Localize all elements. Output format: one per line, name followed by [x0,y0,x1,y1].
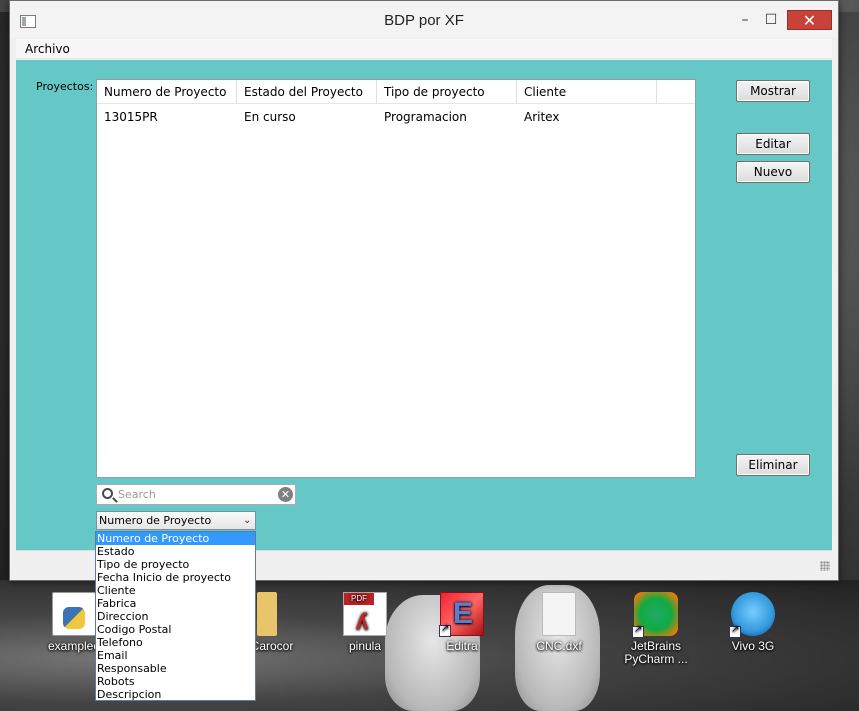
desktop-icon-pinula[interactable]: PDF ʎ pinula [325,592,405,653]
menu-bar: Archivo [16,39,832,59]
column-header-cliente[interactable]: Cliente [517,80,657,104]
dropdown-option[interactable]: Email [96,649,255,662]
delete-button[interactable]: Eliminar [736,454,810,476]
cell-estado: En curso [244,110,296,124]
main-panel: Proyectos: Numero de Proyecto Estado del… [16,60,832,550]
search-icon [102,488,113,499]
pdf-badge: PDF [344,593,374,605]
column-header-numero[interactable]: Numero de Proyecto [97,80,237,104]
folder-icon [257,592,277,636]
filter-field-select[interactable]: Numero de Proyecto ⌄ [96,511,256,530]
filter-dropdown-list: Numero de Proyecto Estado Tipo de proyec… [95,531,256,701]
desktop-icon-editra[interactable]: Editra [422,592,502,653]
editra-app-icon [439,592,484,637]
generic-file-icon [542,592,576,636]
title-bar[interactable]: BDP por XF – ☐ ✕ [10,1,838,38]
dropdown-option[interactable]: Descripcion [96,688,255,701]
desktop-icon-label: pinula [348,639,382,653]
pycharm-app-icon [632,592,678,638]
dropdown-option[interactable]: Numero de Proyecto [96,532,255,545]
column-header-estado[interactable]: Estado del Proyecto [237,80,377,104]
desktop-icon-label: Vivo 3G [731,639,775,653]
pdf-file-icon: PDF ʎ [343,592,387,636]
projects-label: Proyectos: [36,80,94,93]
dropdown-option[interactable]: Fabrica [96,597,255,610]
filter-selected-value: Numero de Proyecto [99,514,212,527]
shortcut-arrow-icon [439,623,451,637]
window-title: BDP por XF [384,12,464,29]
show-button[interactable]: Mostrar [736,80,810,102]
dropdown-option[interactable]: Fecha Inicio de proyecto [96,571,255,584]
main-window: BDP por XF – ☐ ✕ Archivo Proyectos: Nume… [9,0,839,581]
chevron-down-icon: ⌄ [243,515,252,526]
dropdown-option[interactable]: Estado [96,545,255,558]
projects-table[interactable]: Numero de Proyecto Estado del Proyecto T… [96,79,696,478]
table-header: Numero de Proyecto Estado del Proyecto T… [97,80,695,104]
cell-numero: 13015PR [104,110,158,124]
dropdown-option[interactable]: Direccion [96,610,255,623]
column-header-tipo[interactable]: Tipo de proyecto [377,80,517,104]
dropdown-option[interactable]: Telefono [96,636,255,649]
edit-button[interactable]: Editar [736,133,810,155]
close-button[interactable]: ✕ [787,10,832,30]
desktop-icon-label: CNC.dxf [536,639,582,653]
minimize-button[interactable]: – [732,10,758,30]
new-button[interactable]: Nuevo [736,161,810,183]
cell-tipo: Programacion [384,110,467,124]
desktop-icon-label: Editra [446,639,478,653]
acrobat-mark-icon: ʎ [356,609,369,634]
desktop-icon-label: JetBrains PyCharm ... [624,639,688,666]
shortcut-arrow-icon [632,624,644,638]
menu-archivo[interactable]: Archivo [25,42,70,56]
clear-search-icon[interactable]: ✕ [278,487,293,502]
dropdown-option[interactable]: Cliente [96,584,255,597]
vivo-3g-app-icon [729,592,775,638]
desktop-icon-pycharm[interactable]: JetBrains PyCharm ... [616,592,696,666]
cell-cliente: Aritex [524,110,560,124]
desktop-icon-vivo-3g[interactable]: Vivo 3G [713,592,793,653]
dropdown-option[interactable]: Robots [96,675,255,688]
shortcut-arrow-icon [729,624,741,638]
python-file-icon [52,592,96,636]
dropdown-option[interactable]: Tipo de proyecto [96,558,255,571]
search-box: ✕ [96,484,296,505]
resize-grip-icon[interactable] [820,561,830,571]
dropdown-option[interactable]: Responsable [96,662,255,675]
maximize-button[interactable]: ☐ [758,10,784,30]
desktop-icon-cnc[interactable]: CNC.dxf [519,592,599,653]
search-input[interactable] [118,487,268,502]
dropdown-option[interactable]: Codigo Postal [96,623,255,636]
